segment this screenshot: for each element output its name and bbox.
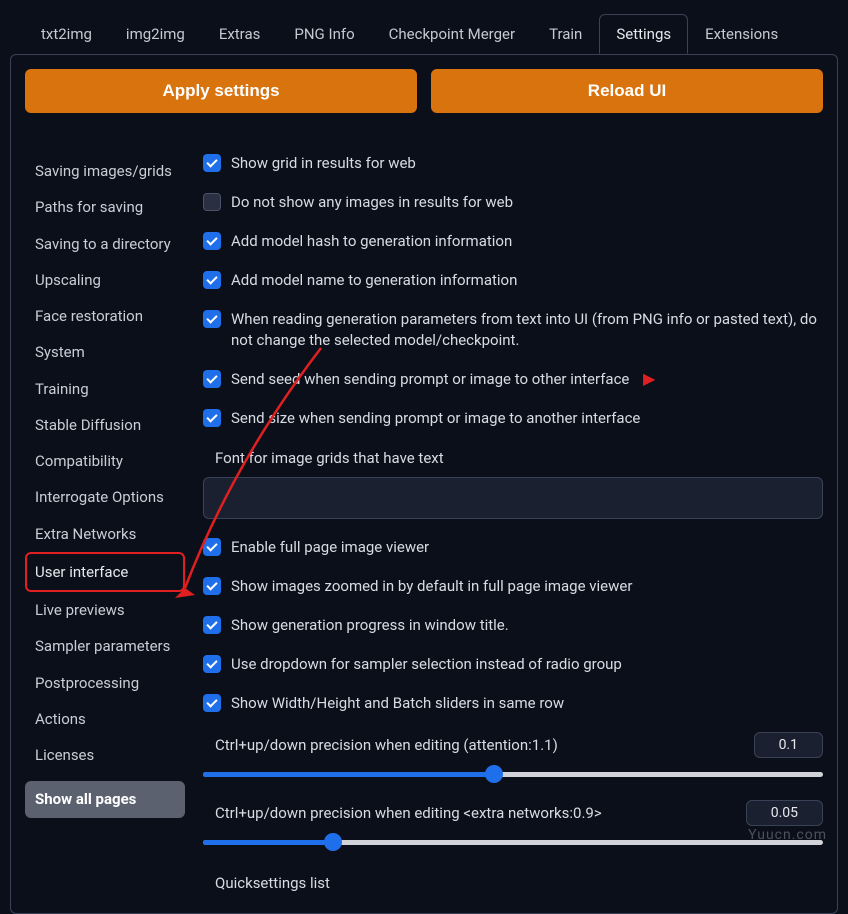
sidebar-item-sampler[interactable]: Sampler parameters bbox=[25, 628, 185, 664]
apply-settings-button[interactable]: Apply settings bbox=[25, 69, 417, 113]
check-label: When reading generation parameters from … bbox=[231, 309, 823, 351]
settings-sidebar: Saving images/grids Paths for saving Sav… bbox=[25, 153, 185, 884]
play-icon: ▶ bbox=[643, 369, 655, 388]
check-label: Show grid in results for web bbox=[231, 153, 416, 174]
checkbox-icon[interactable] bbox=[203, 310, 221, 328]
slider-thumb[interactable] bbox=[485, 765, 503, 783]
checkbox-icon[interactable] bbox=[203, 370, 221, 388]
sidebar-item-interrogate[interactable]: Interrogate Options bbox=[25, 479, 185, 515]
checkbox-icon[interactable] bbox=[203, 271, 221, 289]
sidebar-item-show-all[interactable]: Show all pages bbox=[25, 781, 185, 817]
check-add-name[interactable]: Add model name to generation information bbox=[203, 270, 823, 291]
slider-fill bbox=[203, 772, 494, 777]
check-label: Send seed when sending prompt or image t… bbox=[231, 369, 629, 390]
check-dropdown-sampler[interactable]: Use dropdown for sampler selection inste… bbox=[203, 654, 823, 675]
sidebar-item-saving-dir[interactable]: Saving to a directory bbox=[25, 226, 185, 262]
settings-main: Show grid in results for web Do not show… bbox=[203, 153, 823, 884]
check-wh-sliders[interactable]: Show Width/Height and Batch sliders in s… bbox=[203, 693, 823, 714]
settings-content: Saving images/grids Paths for saving Sav… bbox=[25, 153, 823, 884]
main-tabs: txt2img img2img Extras PNG Info Checkpoi… bbox=[0, 0, 848, 54]
tab-extensions[interactable]: Extensions bbox=[688, 14, 795, 54]
check-read-params[interactable]: When reading generation parameters from … bbox=[203, 309, 823, 351]
slider-fill bbox=[203, 840, 333, 845]
sidebar-item-training[interactable]: Training bbox=[25, 371, 185, 407]
check-show-grid[interactable]: Show grid in results for web bbox=[203, 153, 823, 174]
check-enable-viewer[interactable]: Enable full page image viewer bbox=[203, 537, 823, 558]
sidebar-item-upscaling[interactable]: Upscaling bbox=[25, 262, 185, 298]
checkbox-icon[interactable] bbox=[203, 577, 221, 595]
reload-ui-button[interactable]: Reload UI bbox=[431, 69, 823, 113]
sidebar-item-compatibility[interactable]: Compatibility bbox=[25, 443, 185, 479]
precision-attention-slider[interactable] bbox=[203, 766, 823, 782]
tab-checkpoint-merger[interactable]: Checkpoint Merger bbox=[372, 14, 532, 54]
tab-txt2img[interactable]: txt2img bbox=[24, 14, 109, 54]
precision-extra-group: Ctrl+up/down precision when editing <ext… bbox=[203, 800, 823, 850]
precision-extra-slider[interactable] bbox=[203, 834, 823, 850]
sidebar-item-face[interactable]: Face restoration bbox=[25, 298, 185, 334]
tab-train[interactable]: Train bbox=[532, 14, 599, 54]
precision-extra-label: Ctrl+up/down precision when editing <ext… bbox=[215, 804, 602, 822]
tab-extras[interactable]: Extras bbox=[202, 14, 278, 54]
sidebar-item-actions[interactable]: Actions bbox=[25, 701, 185, 737]
checkbox-icon[interactable] bbox=[203, 232, 221, 250]
font-grids-input[interactable] bbox=[203, 477, 823, 519]
check-label: Show generation progress in window title… bbox=[231, 615, 509, 636]
checkbox-icon[interactable] bbox=[203, 655, 221, 673]
check-label: Add model hash to generation information bbox=[231, 231, 512, 252]
sidebar-item-extra-networks[interactable]: Extra Networks bbox=[25, 516, 185, 552]
sidebar-item-paths[interactable]: Paths for saving bbox=[25, 189, 185, 225]
font-grids-label: Font for image grids that have text bbox=[203, 449, 823, 467]
check-label: Add model name to generation information bbox=[231, 270, 517, 291]
sidebar-item-licenses[interactable]: Licenses bbox=[25, 737, 185, 773]
tab-settings[interactable]: Settings bbox=[599, 14, 688, 54]
sidebar-item-system[interactable]: System bbox=[25, 334, 185, 370]
precision-extra-value[interactable]: 0.05 bbox=[746, 800, 823, 826]
sidebar-item-postprocessing[interactable]: Postprocessing bbox=[25, 665, 185, 701]
check-add-hash[interactable]: Add model hash to generation information bbox=[203, 231, 823, 252]
settings-panel: Apply settings Reload UI Saving images/g… bbox=[10, 54, 838, 914]
check-zoom-default[interactable]: Show images zoomed in by default in full… bbox=[203, 576, 823, 597]
checkbox-icon[interactable] bbox=[203, 694, 221, 712]
slider-thumb[interactable] bbox=[324, 833, 342, 851]
precision-attention-label: Ctrl+up/down precision when editing (att… bbox=[215, 736, 558, 754]
check-label: Enable full page image viewer bbox=[231, 537, 429, 558]
check-label: Send size when sending prompt or image t… bbox=[231, 408, 640, 429]
sidebar-item-live-previews[interactable]: Live previews bbox=[25, 592, 185, 628]
check-label: Use dropdown for sampler selection inste… bbox=[231, 654, 622, 675]
checkbox-icon[interactable] bbox=[203, 193, 221, 211]
check-label: Show images zoomed in by default in full… bbox=[231, 576, 632, 597]
precision-attention-value[interactable]: 0.1 bbox=[754, 732, 823, 758]
tab-pnginfo[interactable]: PNG Info bbox=[277, 14, 371, 54]
check-send-seed[interactable]: Send seed when sending prompt or image t… bbox=[203, 369, 823, 390]
sidebar-item-user-interface[interactable]: User interface bbox=[25, 552, 185, 592]
checkbox-icon[interactable] bbox=[203, 154, 221, 172]
check-label: Do not show any images in results for we… bbox=[231, 192, 513, 213]
checkbox-icon[interactable] bbox=[203, 538, 221, 556]
check-send-size[interactable]: Send size when sending prompt or image t… bbox=[203, 408, 823, 429]
settings-button-row: Apply settings Reload UI bbox=[25, 69, 823, 113]
check-no-images[interactable]: Do not show any images in results for we… bbox=[203, 192, 823, 213]
checkbox-icon[interactable] bbox=[203, 616, 221, 634]
checkbox-icon[interactable] bbox=[203, 409, 221, 427]
sidebar-item-saving-images[interactable]: Saving images/grids bbox=[25, 153, 185, 189]
precision-attention-group: Ctrl+up/down precision when editing (att… bbox=[203, 732, 823, 782]
check-label: Show Width/Height and Batch sliders in s… bbox=[231, 693, 564, 714]
tab-img2img[interactable]: img2img bbox=[109, 14, 202, 54]
check-gen-progress[interactable]: Show generation progress in window title… bbox=[203, 615, 823, 636]
sidebar-item-stable-diffusion[interactable]: Stable Diffusion bbox=[25, 407, 185, 443]
quicksettings-label: Quicksettings list bbox=[203, 874, 823, 892]
watermark: Yuucn.com bbox=[748, 827, 827, 843]
